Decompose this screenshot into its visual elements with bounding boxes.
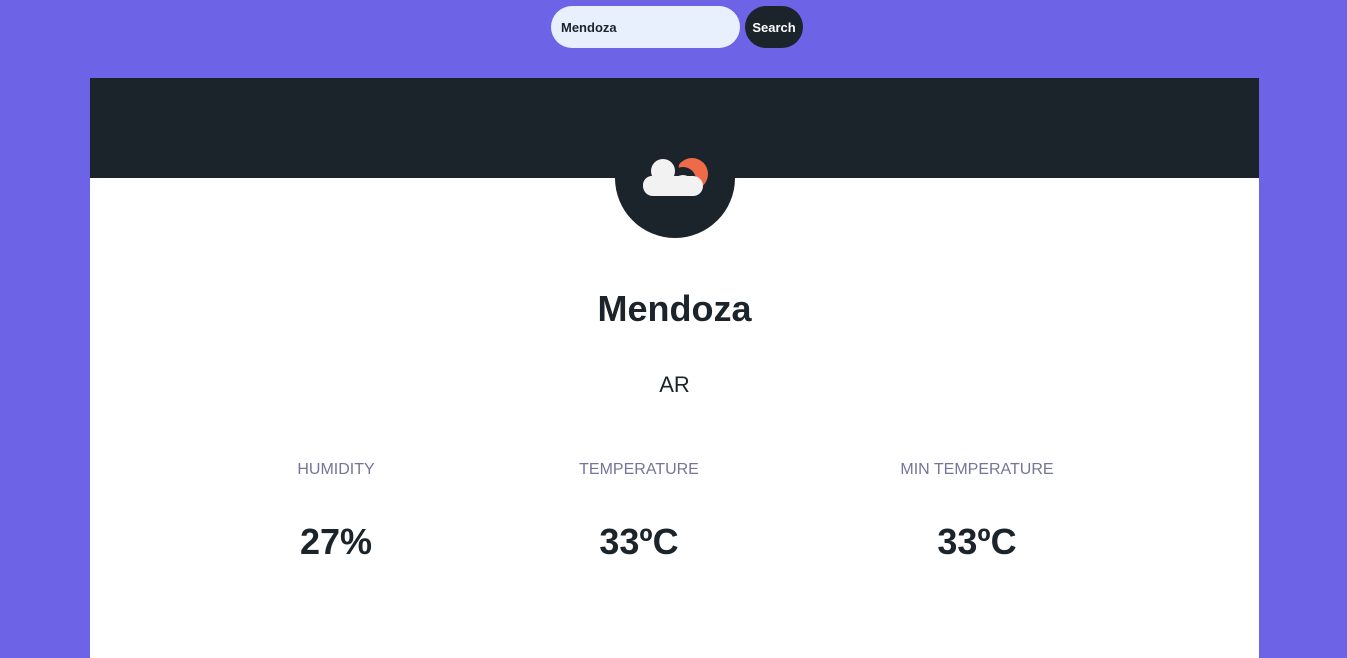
humidity-stat: HUMIDITY 27% xyxy=(206,458,466,562)
humidity-value: 27% xyxy=(299,521,373,562)
weather-icon-badge xyxy=(615,118,735,238)
weather-card: Mendoza AR HUMIDITY 27% TEMPERATURE 33ºC… xyxy=(90,78,1259,658)
min-temperature-stat: MIN TEMPERATURE 33ºC xyxy=(847,458,1107,562)
temperature-value: 33ºC xyxy=(599,521,679,562)
temperature-stat: TEMPERATURE 33ºC xyxy=(509,458,769,562)
country-code: AR xyxy=(659,372,690,397)
min-temperature-value: 33ºC xyxy=(937,521,1017,562)
search-bar: Search xyxy=(551,6,803,48)
search-input[interactable] xyxy=(551,6,740,48)
partly-cloudy-icon xyxy=(640,149,708,197)
temperature-label: TEMPERATURE xyxy=(579,461,699,478)
min-temperature-label: MIN TEMPERATURE xyxy=(900,461,1054,478)
search-button[interactable]: Search xyxy=(745,6,803,48)
city-name: Mendoza xyxy=(597,288,752,329)
humidity-label: HUMIDITY xyxy=(297,461,375,478)
